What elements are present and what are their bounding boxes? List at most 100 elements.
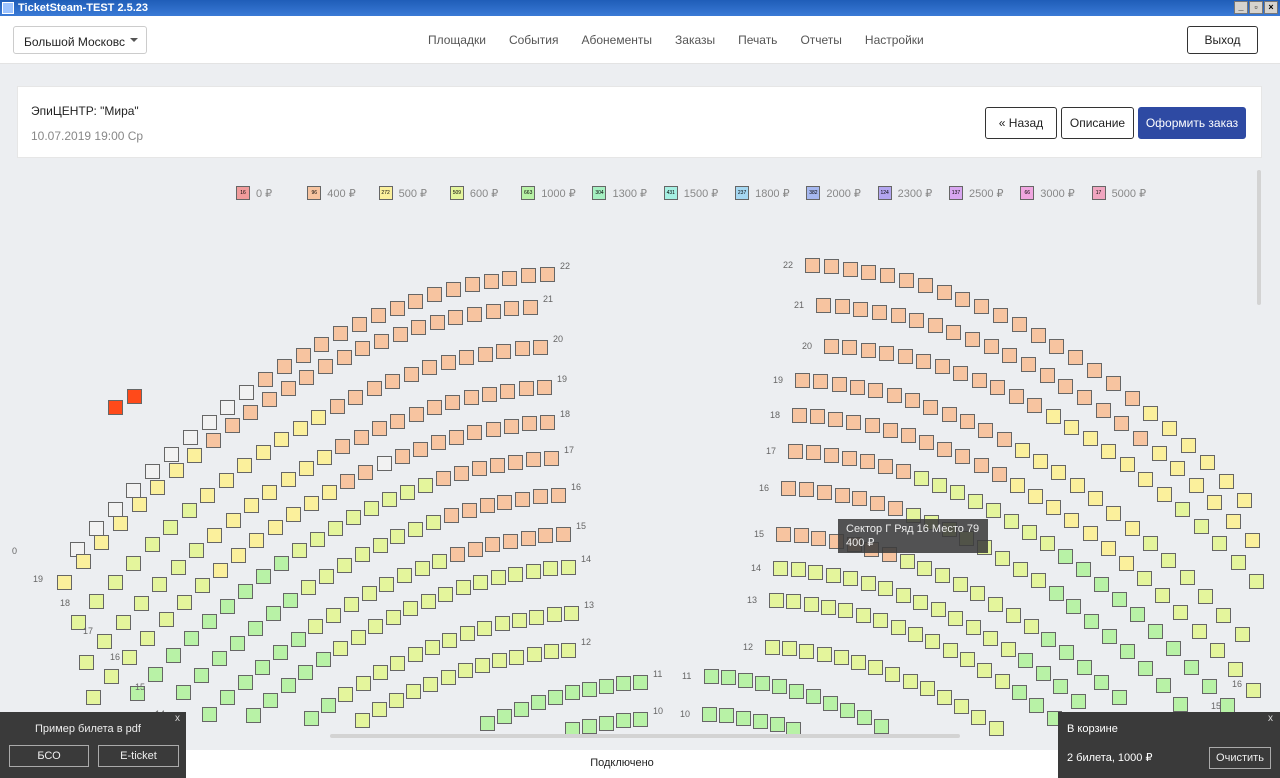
- seat[interactable]: [248, 621, 263, 636]
- seat[interactable]: [1143, 406, 1158, 421]
- seat[interactable]: [1226, 514, 1241, 529]
- seat[interactable]: [202, 415, 217, 430]
- seat[interactable]: [1189, 478, 1204, 493]
- seat[interactable]: [355, 547, 370, 562]
- seat[interactable]: [616, 676, 631, 691]
- seat[interactable]: [148, 667, 163, 682]
- seat[interactable]: [533, 340, 548, 355]
- seat[interactable]: [794, 528, 809, 543]
- seat[interactable]: [861, 265, 876, 280]
- seat[interactable]: [314, 337, 329, 352]
- seat[interactable]: [127, 389, 142, 404]
- maximize-icon[interactable]: ▫: [1249, 1, 1263, 14]
- seat[interactable]: [219, 473, 234, 488]
- seat[interactable]: [968, 494, 983, 509]
- seat[interactable]: [872, 305, 887, 320]
- seat[interactable]: [134, 596, 149, 611]
- seat[interactable]: [362, 586, 377, 601]
- seat[interactable]: [995, 551, 1010, 566]
- seat[interactable]: [79, 655, 94, 670]
- seat[interactable]: [413, 442, 428, 457]
- seat[interactable]: [548, 690, 563, 705]
- seat[interactable]: [379, 577, 394, 592]
- seat[interactable]: [89, 521, 104, 536]
- seat[interactable]: [512, 613, 527, 628]
- seat[interactable]: [1049, 586, 1064, 601]
- seat[interactable]: [390, 656, 405, 671]
- seat[interactable]: [891, 620, 906, 635]
- seat[interactable]: [256, 569, 271, 584]
- seat[interactable]: [418, 478, 433, 493]
- seat[interactable]: [937, 442, 952, 457]
- seat[interactable]: [547, 607, 562, 622]
- seat[interactable]: [1066, 599, 1081, 614]
- seat[interactable]: [1125, 391, 1140, 406]
- seat[interactable]: [531, 695, 546, 710]
- seat[interactable]: [492, 653, 507, 668]
- seat[interactable]: [486, 304, 501, 319]
- seat[interactable]: [480, 498, 495, 513]
- seat[interactable]: [551, 488, 566, 503]
- seat[interactable]: [544, 451, 559, 466]
- seat[interactable]: [923, 400, 938, 415]
- seat[interactable]: [220, 400, 235, 415]
- seat[interactable]: [1012, 685, 1027, 700]
- seat[interactable]: [834, 650, 849, 665]
- seat[interactable]: [263, 693, 278, 708]
- seat[interactable]: [430, 315, 445, 330]
- seat[interactable]: [484, 274, 499, 289]
- seat[interactable]: [497, 495, 512, 510]
- seat[interactable]: [792, 408, 807, 423]
- seat[interactable]: [422, 360, 437, 375]
- seat[interactable]: [599, 679, 614, 694]
- seat[interactable]: [799, 482, 814, 497]
- seat[interactable]: [846, 415, 861, 430]
- seat[interactable]: [152, 577, 167, 592]
- seat[interactable]: [321, 698, 336, 713]
- seat[interactable]: [183, 430, 198, 445]
- seat[interactable]: [804, 597, 819, 612]
- seat[interactable]: [356, 676, 371, 691]
- seat[interactable]: [145, 464, 160, 479]
- seat[interactable]: [835, 299, 850, 314]
- seat[interactable]: [1031, 328, 1046, 343]
- seat[interactable]: [326, 608, 341, 623]
- seat[interactable]: [1184, 660, 1199, 675]
- seat[interactable]: [310, 532, 325, 547]
- seat[interactable]: [1114, 416, 1129, 431]
- seat[interactable]: [467, 425, 482, 440]
- seat[interactable]: [1096, 403, 1111, 418]
- seat[interactable]: [113, 516, 128, 531]
- seat[interactable]: [449, 430, 464, 445]
- seat[interactable]: [1102, 629, 1117, 644]
- seat[interactable]: [852, 491, 867, 506]
- seat[interactable]: [1059, 645, 1074, 660]
- seat[interactable]: [953, 366, 968, 381]
- seat[interactable]: [738, 673, 753, 688]
- seat[interactable]: [1077, 390, 1092, 405]
- seat[interactable]: [71, 615, 86, 630]
- seat[interactable]: [970, 586, 985, 601]
- seat[interactable]: [497, 709, 512, 724]
- seat[interactable]: [1033, 454, 1048, 469]
- seat[interactable]: [335, 439, 350, 454]
- seat[interactable]: [1009, 389, 1024, 404]
- seat[interactable]: [322, 485, 337, 500]
- seat[interactable]: [1119, 556, 1134, 571]
- seat[interactable]: [880, 268, 895, 283]
- seat[interactable]: [868, 660, 883, 675]
- seat[interactable]: [397, 568, 412, 583]
- seat[interactable]: [928, 318, 943, 333]
- seat[interactable]: [719, 708, 734, 723]
- seat[interactable]: [230, 636, 245, 651]
- seat[interactable]: [1001, 642, 1016, 657]
- seat[interactable]: [857, 710, 872, 725]
- legend-item[interactable]: 663 1000 ₽: [521, 186, 592, 200]
- seat[interactable]: [540, 415, 555, 430]
- seat[interactable]: [861, 576, 876, 591]
- legend-item[interactable]: 16 0 ₽: [236, 186, 307, 200]
- nav-item-subscriptions[interactable]: Абонементы: [581, 33, 652, 47]
- seat[interactable]: [281, 678, 296, 693]
- seat[interactable]: [806, 689, 821, 704]
- seat[interactable]: [1202, 679, 1217, 694]
